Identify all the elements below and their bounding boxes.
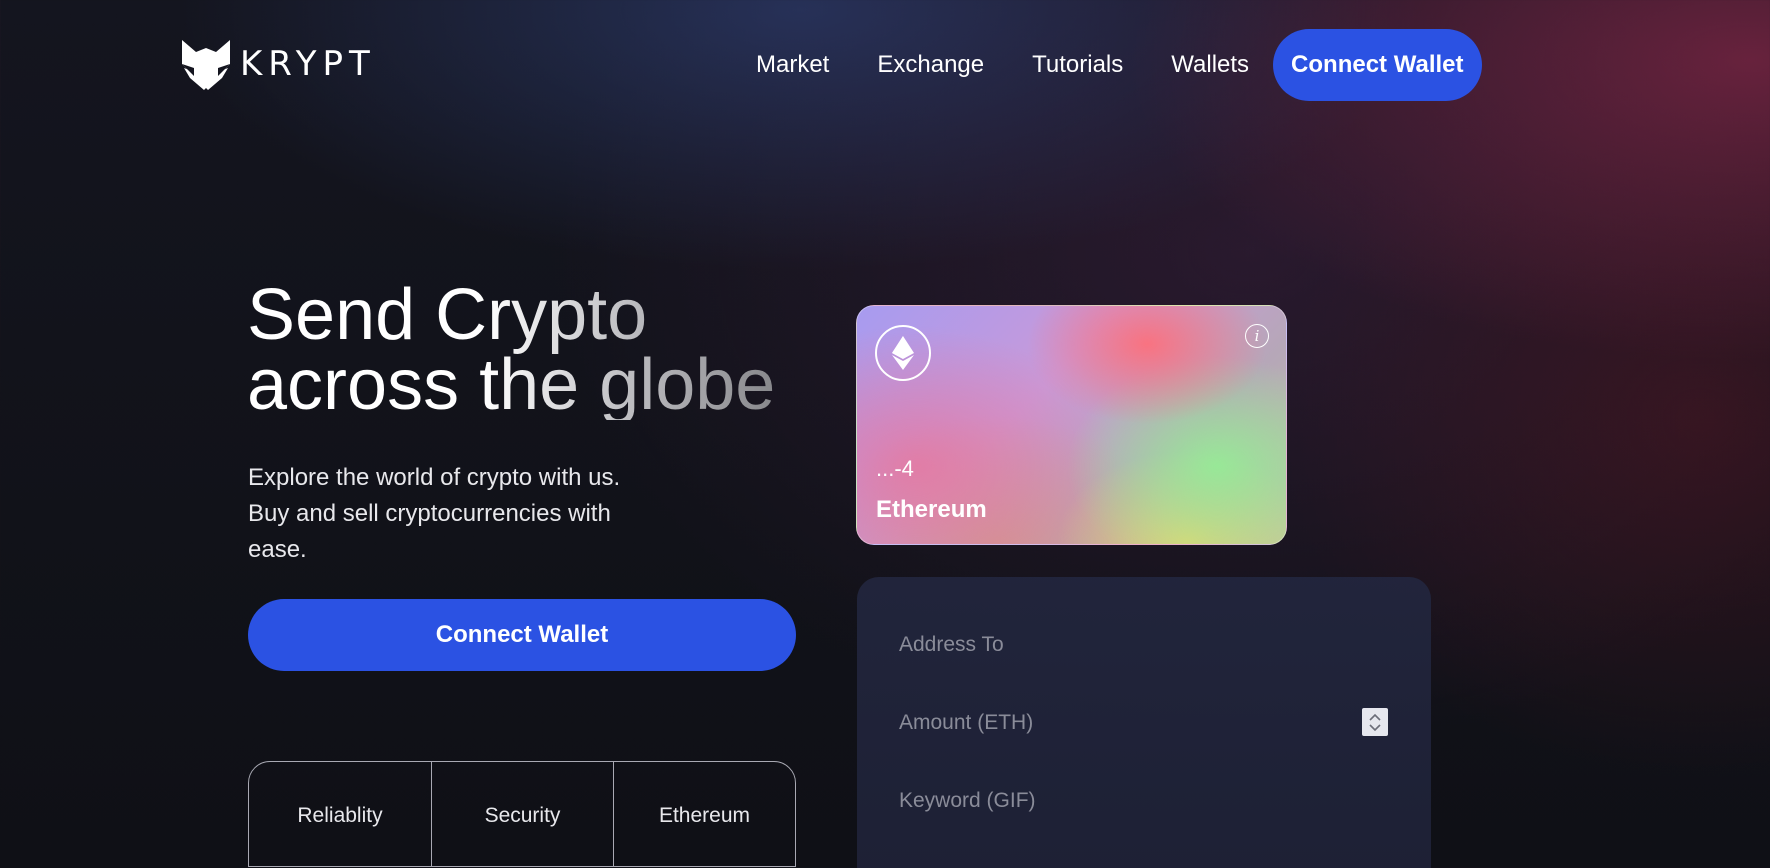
nav-item-market[interactable]: Market	[756, 51, 829, 79]
fox-head-icon	[182, 40, 230, 90]
send-form-panel	[857, 577, 1431, 868]
nav-item-wallets[interactable]: Wallets	[1171, 51, 1249, 79]
hero-desc-line2: Buy and sell cryptocurrencies with	[248, 500, 611, 527]
feature-grid: Reliablity Security Ethereum	[248, 761, 796, 868]
info-icon[interactable]: i	[1245, 324, 1269, 348]
card-network: Ethereum	[876, 496, 987, 523]
hero-title-line1: Send Crypto	[247, 275, 648, 355]
chevron-up-icon	[1369, 713, 1381, 721]
brand-name: KRYPT	[240, 44, 376, 84]
card-address: ...-4	[876, 456, 914, 481]
hero-connect-wallet-button[interactable]: Connect Wallet	[248, 599, 796, 671]
top-nav: Market Exchange Tutorials Wallets Connec…	[756, 29, 1482, 101]
hero-desc-line1: Explore the world of crypto with us.	[248, 464, 621, 491]
address-to-input[interactable]	[899, 627, 1389, 663]
hero-desc-line3: ease.	[248, 536, 307, 563]
chevron-down-icon	[1369, 723, 1381, 731]
ethereum-icon	[875, 325, 931, 381]
hero-description: Explore the world of crypto with us. Buy…	[248, 460, 668, 568]
ethereum-card: i ...-4 Ethereum	[856, 305, 1287, 545]
hero-title: Send Crypto across the globe	[247, 280, 807, 420]
nav-connect-wallet-button[interactable]: Connect Wallet	[1273, 29, 1482, 101]
feature-reliability: Reliablity	[248, 761, 432, 867]
hero-title-line2: across the globe	[247, 345, 776, 425]
feature-security: Security	[431, 761, 614, 867]
brand-logo[interactable]: KRYPT	[178, 38, 376, 90]
nav-item-exchange[interactable]: Exchange	[877, 51, 984, 79]
amount-stepper[interactable]	[1362, 708, 1388, 736]
keyword-gif-input[interactable]	[899, 783, 1389, 819]
amount-eth-input[interactable]	[899, 705, 1389, 741]
feature-ethereum: Ethereum	[613, 761, 796, 867]
nav-item-tutorials[interactable]: Tutorials	[1032, 51, 1123, 79]
